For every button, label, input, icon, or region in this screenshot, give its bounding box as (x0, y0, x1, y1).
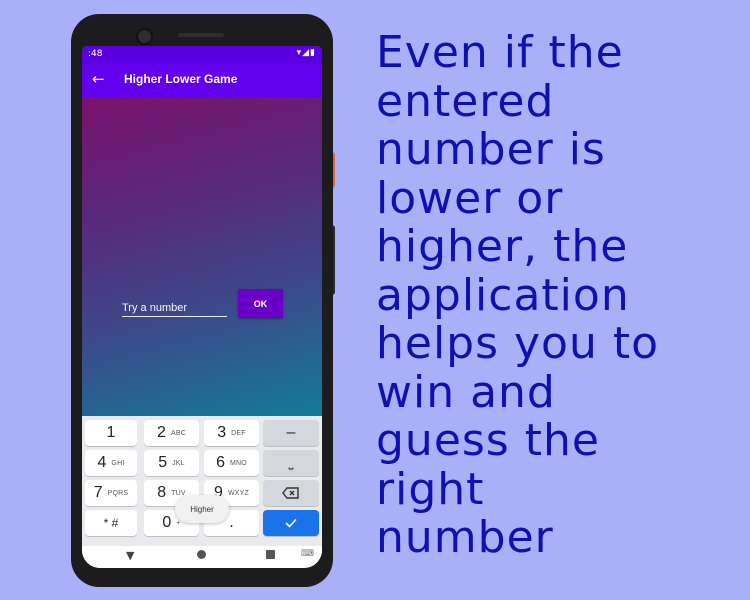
status-time: :48 (88, 49, 103, 59)
caption-line: entered (376, 75, 555, 127)
ok-button[interactable]: OK (238, 289, 283, 318)
number-input-wrapper (122, 296, 227, 317)
key-2[interactable]: 2 ABC (144, 420, 199, 446)
nav-back-icon[interactable]: ▼ (126, 549, 134, 562)
arrow-left-icon[interactable]: ← (92, 70, 105, 88)
caption-line: higher, the (376, 221, 629, 272)
toast-message: Higher (175, 495, 229, 523)
status-bar: :48 ▾◢▮ (82, 46, 322, 63)
caption-line: number (376, 512, 554, 563)
earpiece-speaker (178, 33, 224, 37)
key-space[interactable]: ⎵ (263, 450, 319, 476)
key-enter[interactable] (263, 510, 319, 536)
caption-line: win and (376, 366, 556, 418)
system-nav-bar: ▼ ⌨ (82, 546, 322, 568)
key-5[interactable]: 5 JKL (144, 450, 199, 476)
app-bar: ← Higher Lower Game (82, 63, 322, 97)
key-delete[interactable] (263, 480, 319, 506)
front-camera (136, 28, 153, 45)
numeric-keyboard: 1 2 ABC 3 DEF – 4 GHI 5 JKL 6 MNO ⎵ 7 PQ… (82, 416, 322, 546)
caption-line: guess the (376, 415, 600, 466)
status-icons: ▾◢▮ (296, 48, 316, 58)
marketing-caption: Even if the entered number is lower or h… (376, 27, 746, 563)
number-input[interactable] (122, 299, 227, 317)
nav-recents-icon[interactable] (266, 550, 275, 559)
nav-home-icon[interactable] (197, 550, 206, 559)
caption-line: number is (376, 124, 606, 175)
caption-line: lower or (376, 172, 564, 224)
key-minus[interactable]: – (263, 420, 319, 446)
key-7[interactable]: 7 PQRS (85, 480, 137, 506)
check-icon (285, 518, 297, 528)
keyboard-switch-icon[interactable]: ⌨ (301, 549, 314, 559)
page-title: Higher Lower Game (124, 72, 238, 86)
key-3[interactable]: 3 DEF (204, 420, 259, 446)
caption-line: application (376, 269, 630, 321)
key-4[interactable]: 4 GHI (85, 450, 137, 476)
caption-line: Even if the (376, 27, 624, 78)
key-6[interactable]: 6 MNO (204, 450, 259, 476)
game-content: OK (82, 97, 322, 416)
key-1[interactable]: 1 (85, 420, 137, 446)
backspace-icon (282, 487, 299, 499)
caption-line: right (376, 463, 485, 515)
phone-screen: :48 ▾◢▮ ← Higher Lower Game OK 1 2 ABC 3… (82, 46, 322, 568)
caption-line: helps you to (376, 318, 660, 369)
key-star-hash[interactable]: * # (85, 510, 137, 536)
